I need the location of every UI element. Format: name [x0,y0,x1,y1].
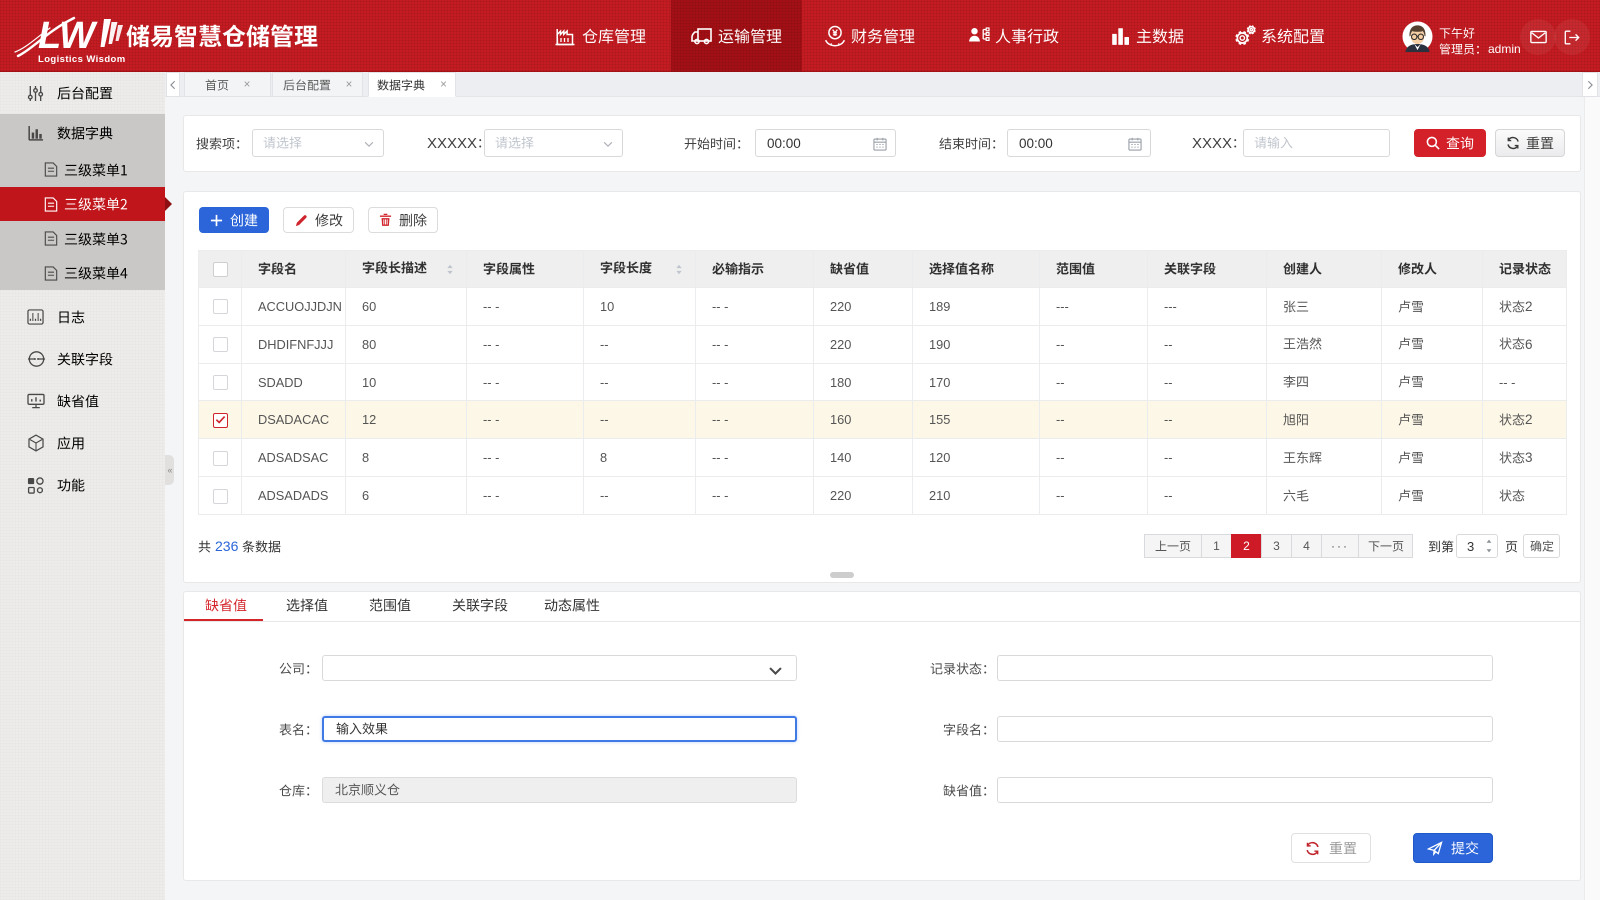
svg-text:Logistics Wisdom: Logistics Wisdom [38,54,126,64]
svg-text:LW: LW [38,15,98,57]
